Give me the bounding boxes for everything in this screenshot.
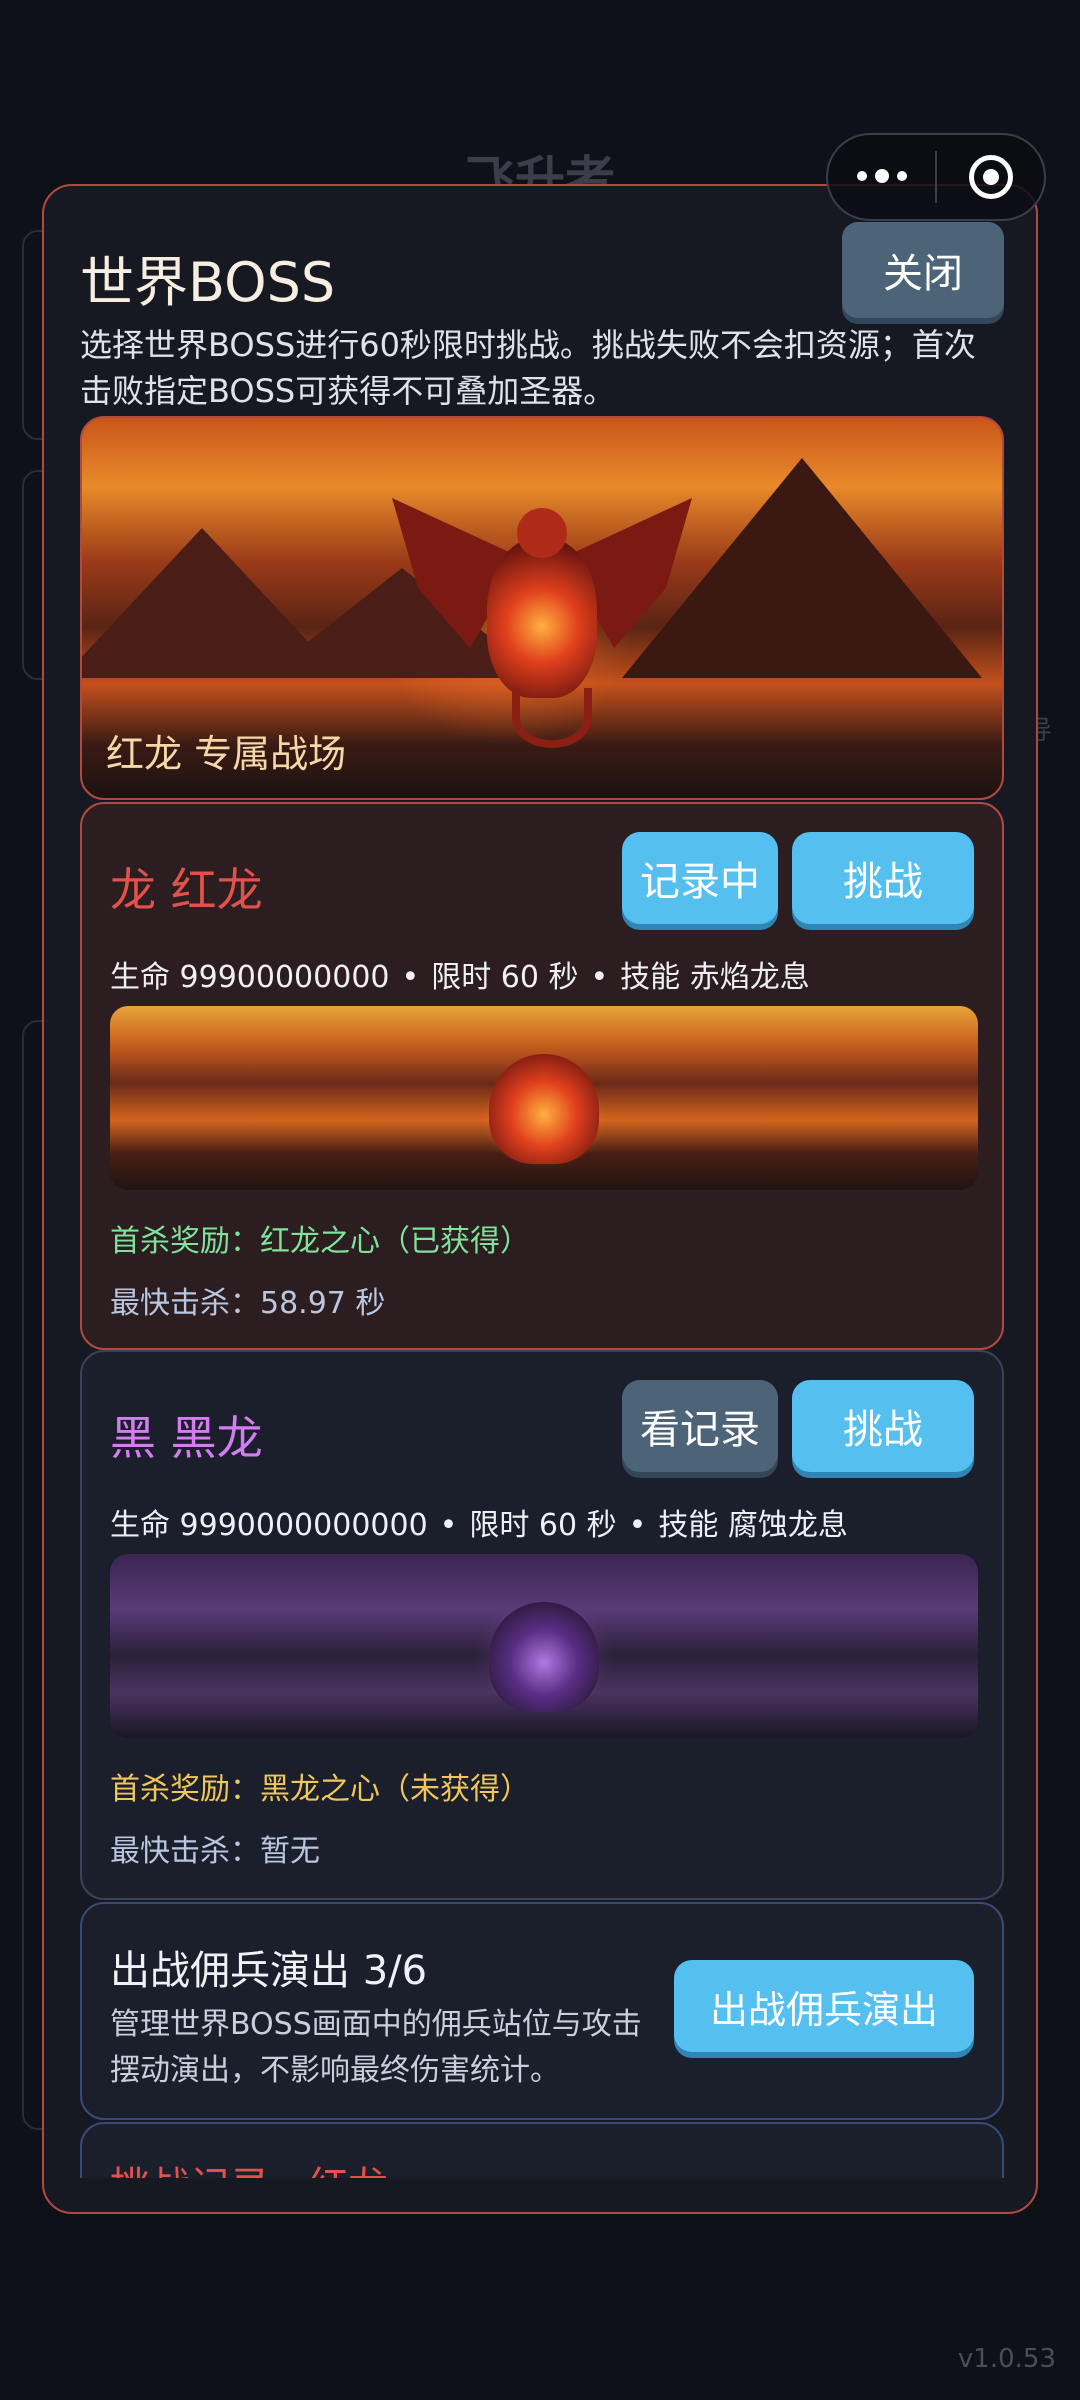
battlefield-banner: 红龙 专属战场	[80, 416, 1004, 800]
modal-content: 世界BOSS 关闭 选择世界BOSS进行60秒限时挑战。挑战失败不会扣资源；首次…	[80, 186, 1004, 2178]
challenge-button[interactable]: 挑战	[792, 1380, 974, 1472]
boss-card-black-dragon: 黑 黑龙 看记录 挑战 生命 9990000000000 • 限时 60 秒 • 技能 …	[80, 1350, 1004, 1900]
separator-dot: •	[590, 960, 609, 995]
boss-banner-image	[110, 1006, 978, 1190]
red-dragon-icon	[489, 1054, 599, 1164]
separator-dot: •	[628, 1508, 647, 1543]
boss-name: 黑 黑龙	[110, 1411, 263, 1465]
separator-dot: •	[401, 960, 420, 995]
mercenary-title: 出战佣兵演出 3/6	[110, 1948, 428, 1994]
boss-time-limit: 限时 60 秒	[431, 960, 579, 995]
black-dragon-icon	[489, 1602, 599, 1712]
first-kill-reward: 首杀奖励：红龙之心（已获得）	[110, 1224, 530, 1259]
fastest-kill: 最快击杀：58.97 秒	[110, 1286, 386, 1321]
mercenary-description: 管理世界BOSS画面中的佣兵站位与攻击摆动演出，不影响最终伤害统计。	[110, 2007, 642, 2088]
record-title: 挑战记录 · 红龙	[110, 2154, 388, 2178]
world-boss-modal: 世界BOSS 关闭 选择世界BOSS进行60秒限时挑战。挑战失败不会扣资源；首次…	[42, 184, 1038, 2214]
battlefield-label: 红龙 专属战场	[106, 732, 347, 776]
view-record-button[interactable]: 看记录	[622, 1380, 778, 1472]
version-label: v1.0.53	[957, 2344, 1056, 2374]
boss-stats: 生命 99900000000 • 限时 60 秒 • 技能 赤焰龙息	[110, 952, 810, 996]
challenge-button[interactable]: 挑战	[792, 832, 974, 924]
modal-description: 选择世界BOSS进行60秒限时挑战。挑战失败不会扣资源；首次击败指定BOSS可获…	[80, 326, 976, 410]
miniprogram-capsule	[826, 133, 1046, 221]
separator-dot: •	[439, 1508, 458, 1543]
boss-skill: 技能 腐蚀龙息	[658, 1508, 848, 1543]
target-circle-icon[interactable]	[937, 155, 1044, 199]
boss-hp: 生命 9990000000000	[110, 1508, 428, 1543]
boss-skill: 技能 赤焰龙息	[620, 960, 810, 995]
first-kill-reward: 首杀奖励：黑龙之心（未获得）	[110, 1772, 530, 1807]
record-button[interactable]: 记录中	[622, 832, 778, 924]
close-button[interactable]: 关闭	[842, 222, 1004, 318]
boss-card-red-dragon: 龙 红龙 记录中 挑战 生命 99900000000 • 限时 60 秒 • 技能 赤焰…	[80, 802, 1004, 1350]
boss-time-limit: 限时 60 秒	[469, 1508, 617, 1543]
fastest-kill: 最快击杀：暂无	[110, 1834, 320, 1869]
more-dots-icon[interactable]	[828, 169, 935, 183]
boss-name: 龙 红龙	[110, 863, 263, 917]
mercenary-performance-button[interactable]: 出战佣兵演出	[674, 1960, 974, 2052]
challenge-record-card: 挑战记录 · 红龙	[80, 2122, 1004, 2178]
boss-stats: 生命 9990000000000 • 限时 60 秒 • 技能 腐蚀龙息	[110, 1500, 848, 1544]
red-dragon-illustration	[392, 488, 692, 758]
boss-hp: 生命 99900000000	[110, 960, 390, 995]
mercenary-performance-card: 出战佣兵演出 3/6 管理世界BOSS画面中的佣兵站位与攻击摆动演出，不影响最终…	[80, 1902, 1004, 2120]
modal-title: 世界BOSS	[80, 251, 336, 314]
boss-banner-image	[110, 1554, 978, 1738]
